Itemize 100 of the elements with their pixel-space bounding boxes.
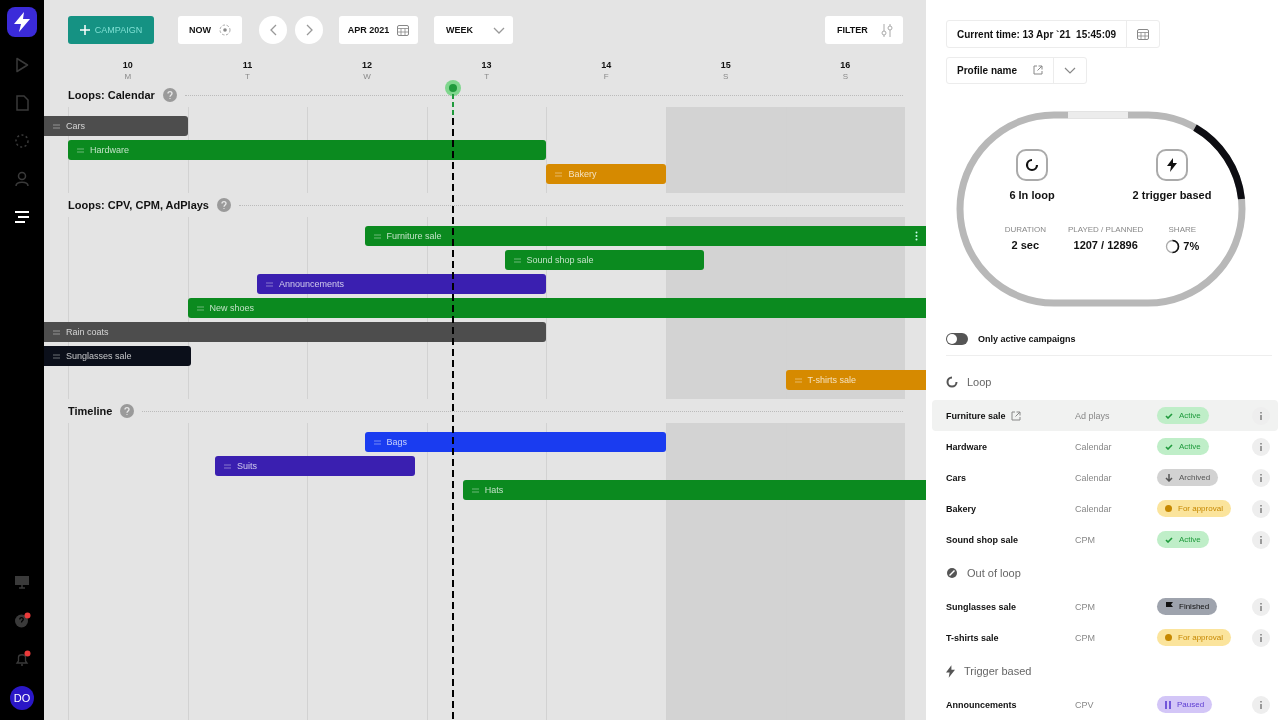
help-icon[interactable] (162, 88, 177, 102)
calendar-icon (397, 24, 410, 36)
info-button[interactable] (1252, 695, 1270, 714)
drag-handle-icon[interactable] (77, 147, 84, 153)
help-icon[interactable] (217, 198, 231, 212)
campaign-name: Bakery (946, 503, 977, 514)
stat-label: PLAYED / PLANNED (1067, 224, 1144, 234)
view-dropdown[interactable]: WEEK (434, 16, 513, 44)
dot-icon (1165, 634, 1172, 641)
status-text: Archived (1179, 473, 1211, 482)
external-link-icon[interactable] (1033, 65, 1043, 76)
sliders-icon (881, 23, 893, 37)
now-button[interactable]: NOW (178, 16, 242, 44)
status-text: Active (1179, 442, 1201, 451)
chevron-right-icon (305, 24, 313, 36)
next-button[interactable] (295, 16, 323, 44)
stat-value: 1207 / 12896 (1073, 238, 1138, 251)
drag-handle-icon[interactable] (373, 233, 381, 239)
drag-handle-icon[interactable] (265, 281, 273, 287)
campaign-bar[interactable]: Suits (215, 456, 415, 476)
drag-handle-icon[interactable] (53, 123, 60, 129)
loop-icon (946, 376, 958, 388)
campaign-name: Furniture sale (946, 410, 1006, 421)
campaign-bar[interactable]: Announcements (256, 274, 547, 294)
day-number: 14 (601, 59, 612, 71)
chevron-left-icon (269, 24, 277, 36)
drag-handle-icon[interactable] (53, 353, 60, 359)
month-picker[interactable]: APR 2021 (339, 16, 418, 44)
day-number: 10 (122, 59, 133, 71)
info-button[interactable] (1252, 499, 1270, 518)
info-button[interactable] (1252, 406, 1270, 425)
info-button[interactable] (1252, 530, 1270, 549)
filter-button[interactable]: FILTER (825, 16, 903, 44)
app-logo[interactable] (7, 7, 37, 37)
info-button[interactable] (1252, 437, 1270, 456)
campaign-type: Calendar (1075, 441, 1113, 452)
play-icon[interactable] (15, 57, 29, 73)
campaign-bar[interactable]: Rain coats (44, 322, 547, 342)
campaign-row[interactable]: Announcements CPV Paused (932, 689, 1278, 720)
external-link-icon[interactable] (1010, 410, 1021, 421)
campaign-row[interactable]: Sound shop sale CPM Active (932, 524, 1278, 555)
campaign-type: CPM (1075, 632, 1096, 643)
more-icon[interactable] (915, 231, 918, 241)
help-icon[interactable] (13, 611, 31, 629)
campaign-row[interactable]: Cars Calendar Archived (932, 462, 1278, 493)
campaign-name: T-shirts sale (946, 632, 999, 643)
check-icon (1165, 443, 1173, 450)
drag-handle-icon[interactable] (794, 377, 802, 383)
drag-handle-icon[interactable] (555, 171, 563, 177)
campaign-name: Hardware (946, 441, 988, 452)
drag-handle-icon[interactable] (224, 463, 232, 469)
check-icon (1165, 412, 1173, 419)
dot-icon (1165, 505, 1172, 512)
campaign-row[interactable]: Bakery Calendar For approval (932, 493, 1278, 524)
weekday-label: W (363, 71, 371, 83)
help-icon[interactable] (120, 404, 135, 418)
campaign-row[interactable]: Furniture sale Ad plays Active (932, 400, 1278, 431)
toggle-switch[interactable] (946, 333, 968, 345)
campaign-type: Ad plays (1075, 410, 1111, 421)
campaign-bar[interactable]: Bags (364, 432, 666, 452)
previous-button[interactable] (259, 16, 287, 44)
campaign-type: CPV (1075, 699, 1095, 710)
drag-handle-icon[interactable] (513, 257, 521, 263)
plus-icon (79, 25, 90, 35)
section-title: Loops: Calendar (68, 89, 155, 101)
drag-handle-icon[interactable] (373, 439, 381, 445)
drag-handle-icon[interactable] (53, 329, 60, 335)
drag-handle-icon[interactable] (196, 305, 204, 311)
section-title: Loops: CPV, CPM, AdPlays (68, 199, 209, 211)
day-number: 12 (361, 59, 372, 71)
campaign-bar[interactable]: Sunglasses sale (44, 346, 192, 366)
info-button[interactable] (1252, 468, 1270, 487)
dotted-circle-icon[interactable] (14, 133, 30, 149)
toggle-label: Only active campaigns (978, 334, 1076, 344)
monitor-icon[interactable] (14, 574, 30, 590)
info-button[interactable] (1252, 628, 1270, 647)
user-icon[interactable] (15, 171, 29, 187)
drag-handle-icon[interactable] (471, 487, 479, 493)
bell-icon[interactable] (13, 649, 31, 667)
campaign-bar[interactable]: Cars (44, 116, 188, 136)
current-time-field[interactable]: Current time: 13 Apr `21 15:45:09 (946, 20, 1161, 49)
menu-icon[interactable] (14, 211, 30, 223)
trigger-count: 2 trigger based (1132, 188, 1212, 201)
campaign-type: CPM (1075, 601, 1096, 612)
document-icon[interactable] (15, 95, 29, 111)
stat-value: 2 sec (1011, 238, 1040, 251)
group-title: Loop (967, 376, 992, 388)
campaign-row[interactable]: Hardware Calendar Active (932, 431, 1278, 462)
status-text: For approval (1178, 504, 1223, 513)
profile-dropdown[interactable]: Profile name (946, 57, 1087, 84)
info-button[interactable] (1252, 597, 1270, 616)
campaign-row[interactable]: T-shirts sale CPM For approval (932, 622, 1278, 653)
status-text: Finished (1179, 602, 1210, 611)
chevron-down-icon[interactable] (1064, 66, 1076, 74)
calendar-icon[interactable] (1137, 28, 1150, 41)
user-avatar[interactable]: DO (10, 686, 34, 710)
weekday-label: S (723, 71, 729, 83)
campaign-name: Sound shop sale (946, 534, 1018, 545)
day-number: 15 (720, 59, 731, 71)
campaign-row[interactable]: Sunglasses sale CPM Finished (932, 591, 1278, 622)
